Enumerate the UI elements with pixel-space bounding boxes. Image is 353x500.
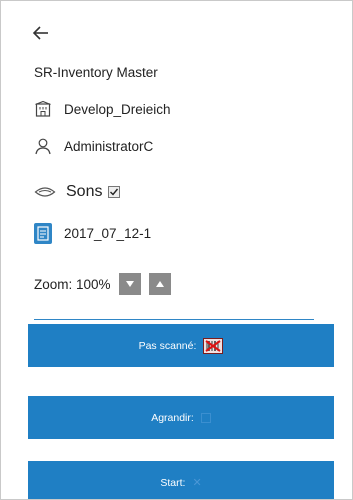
document-row: 2017_07_12-1 [34,223,151,244]
app-window: SR-Inventory Master Develop_Dreieich Adm… [0,0,353,500]
location-label: Develop_Dreieich [64,101,171,117]
not-scanned-label: Pas scanné: [138,339,197,352]
start-label: Start: [160,476,186,489]
sons-label: Sons [66,183,103,200]
app-title: SR-Inventory Master [34,65,158,80]
zoom-in-button[interactable] [148,273,171,295]
checkbox-icon [200,412,211,423]
app-title-row: SR-Inventory Master [34,65,158,80]
document-label: 2017_07_12-1 [64,226,152,241]
building-icon [34,100,52,118]
zoom-out-button[interactable] [118,273,141,295]
enlarge-label: Agrandir: [151,411,194,424]
barcode-x-icon [203,337,224,354]
not-scanned-button[interactable]: Pas scanné: [28,324,334,367]
start-button[interactable]: Start: ✕ [28,461,334,499]
divider [34,319,314,320]
triangle-down-icon [125,281,134,287]
triangle-up-icon [155,281,164,287]
user-label: AdministratorC [64,138,154,154]
eye-icon [34,183,56,201]
sons-checkbox[interactable] [108,186,121,198]
location-row: Develop_Dreieich [34,100,171,118]
user-row: AdministratorC [34,137,153,155]
zoom-label: Zoom: 100% [34,276,111,292]
x-icon: ✕ [192,477,202,489]
enlarge-button[interactable]: Agrandir: [28,396,334,439]
document-icon [34,223,52,244]
user-icon [34,137,52,155]
sons-row: Sons [34,183,121,201]
zoom-row: Zoom: 100% [34,273,171,295]
back-arrow-icon[interactable] [31,23,51,43]
